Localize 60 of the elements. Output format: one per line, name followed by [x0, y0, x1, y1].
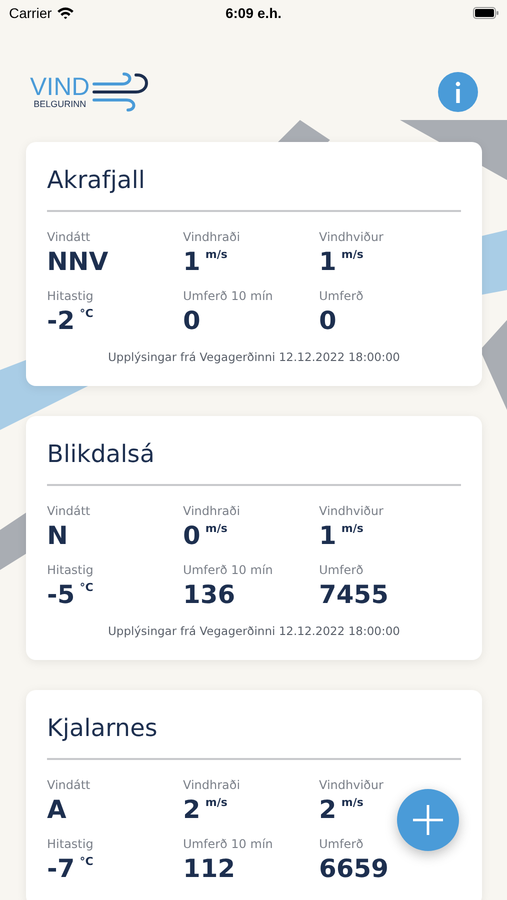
metric-unit: m/s [205, 248, 228, 261]
metric-unit: m/s [205, 522, 228, 535]
metric-unit: °C [80, 855, 94, 868]
status-time: 6:09 e.h. [225, 5, 282, 21]
metric-value: N [47, 521, 68, 551]
metric-value: -2 [47, 306, 75, 336]
station-name: Kjalarnes [47, 714, 461, 760]
station-name: Blikdalsá [47, 440, 461, 486]
wind-icon [92, 72, 150, 112]
metric-value: -7 [47, 854, 75, 884]
metric-unit: m/s [341, 248, 364, 261]
metric-label: Vindhraði [183, 230, 242, 244]
metric-label: Vindhviður [319, 504, 384, 518]
metric-value: 7455 [319, 580, 389, 610]
metric-value: 1 [319, 247, 336, 277]
metric-label: Umferð 10 mín [183, 837, 274, 851]
info-icon [453, 81, 463, 103]
station-name: Akrafjall [47, 166, 461, 212]
metric-label: Umferð 10 mín [183, 563, 274, 577]
metric-label: Vindhraði [183, 504, 242, 518]
metric-label: Umferð [319, 289, 364, 303]
metric-value: 1 [319, 521, 336, 551]
metric-value: 6659 [319, 854, 389, 884]
source-note: Upplýsingar frá Vegagerðinni 12.12.2022 18:00:00 [106, 350, 401, 364]
metric-label: Vindhviður [319, 778, 384, 792]
battery-icon [473, 7, 499, 19]
metric-unit: m/s [205, 796, 228, 809]
metric-label: Vindátt [47, 778, 92, 792]
logo-title: VIND [30, 75, 90, 99]
metric-label: Vindhviður [319, 230, 384, 244]
wifi-icon [56, 7, 74, 19]
metric-label: Vindhraði [183, 778, 242, 792]
metric-label: Hitastig [47, 289, 94, 303]
metric-label: Umferð 10 mín [183, 289, 274, 303]
metric-unit: m/s [341, 796, 364, 809]
metric-value: 1 [183, 247, 200, 277]
metric-value: 2 [319, 795, 336, 825]
metric-label: Hitastig [47, 837, 94, 851]
plus-icon [413, 805, 443, 835]
metric-label: Hitastig [47, 563, 94, 577]
source-note: Upplýsingar frá Vegagerðinni 12.12.2022 18:00:00 [106, 624, 401, 638]
metric-value: 2 [183, 795, 200, 825]
metric-label: Vindátt [47, 230, 92, 244]
metric-unit: m/s [341, 522, 364, 535]
metric-label: Umferð [319, 837, 364, 851]
metric-value: -5 [47, 580, 75, 610]
metric-unit: °C [80, 307, 94, 320]
carrier-label: Carrier [9, 5, 52, 21]
metric-value: NNV [47, 247, 108, 277]
metric-label: Umferð [319, 563, 364, 577]
logo-subtitle: BELGURINN [34, 99, 86, 109]
metric-unit: °C [80, 581, 94, 594]
metric-value: 0 [319, 306, 336, 336]
metric-value: 136 [183, 580, 236, 610]
metric-value: 112 [183, 854, 236, 884]
info-button[interactable] [438, 72, 478, 112]
metric-value: A [47, 795, 66, 825]
metric-label: Vindátt [47, 504, 92, 518]
metric-value: 0 [183, 306, 200, 336]
metric-value: 0 [183, 521, 200, 551]
